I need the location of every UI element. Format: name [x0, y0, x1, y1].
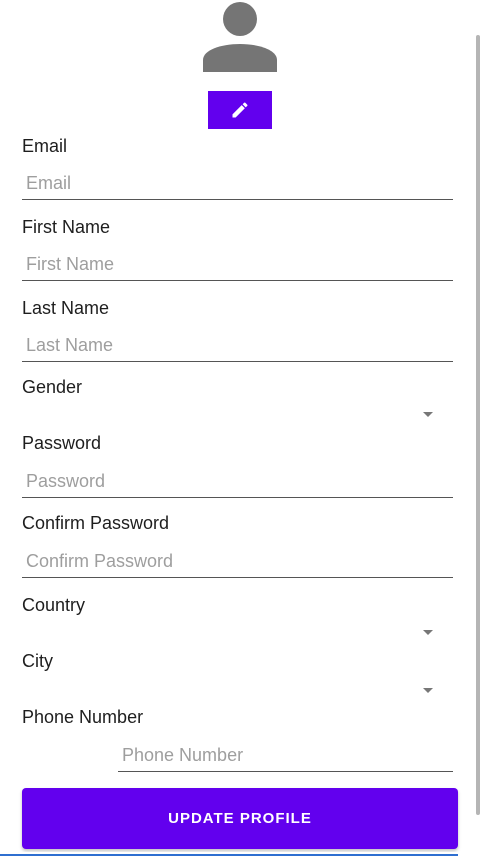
dropdown-arrow-icon — [423, 630, 433, 635]
email-field[interactable] — [22, 168, 453, 200]
phone-number-field[interactable] — [118, 740, 453, 772]
phone-number-label: Phone Number — [22, 707, 144, 727]
bottom-edge — [0, 852, 481, 857]
edit-avatar-button[interactable] — [208, 91, 272, 129]
password-label: Password — [22, 433, 102, 453]
dropdown-arrow-icon — [423, 688, 433, 693]
first-name-field[interactable] — [22, 249, 453, 281]
country-label: Country — [22, 595, 86, 615]
first-name-field-wrapper — [22, 249, 453, 283]
email-label: Email — [22, 136, 68, 156]
avatar — [203, 2, 277, 72]
password-field[interactable] — [22, 466, 453, 498]
last-name-field[interactable] — [22, 330, 453, 362]
gender-label: Gender — [22, 377, 83, 397]
bottom-divider — [0, 854, 458, 856]
gender-dropdown[interactable] — [22, 402, 453, 430]
confirm-password-field-wrapper — [22, 546, 453, 580]
scrollbar[interactable] — [476, 35, 480, 815]
update-profile-label: UPDATE PROFILE — [168, 810, 312, 827]
email-field-wrapper — [22, 168, 453, 202]
confirm-password-label: Confirm Password — [22, 513, 170, 533]
last-name-field-wrapper — [22, 330, 453, 364]
dropdown-arrow-icon — [423, 412, 433, 417]
first-name-label: First Name — [22, 217, 111, 237]
phone-number-field-wrapper — [118, 740, 453, 774]
update-profile-button[interactable]: UPDATE PROFILE — [22, 788, 458, 849]
city-dropdown[interactable] — [22, 678, 453, 706]
last-name-label: Last Name — [22, 298, 110, 318]
person-icon — [203, 2, 277, 72]
password-field-wrapper — [22, 466, 453, 500]
confirm-password-field[interactable] — [22, 546, 453, 578]
city-label: City — [22, 651, 53, 671]
country-dropdown[interactable] — [22, 620, 453, 648]
pencil-icon — [232, 102, 248, 118]
